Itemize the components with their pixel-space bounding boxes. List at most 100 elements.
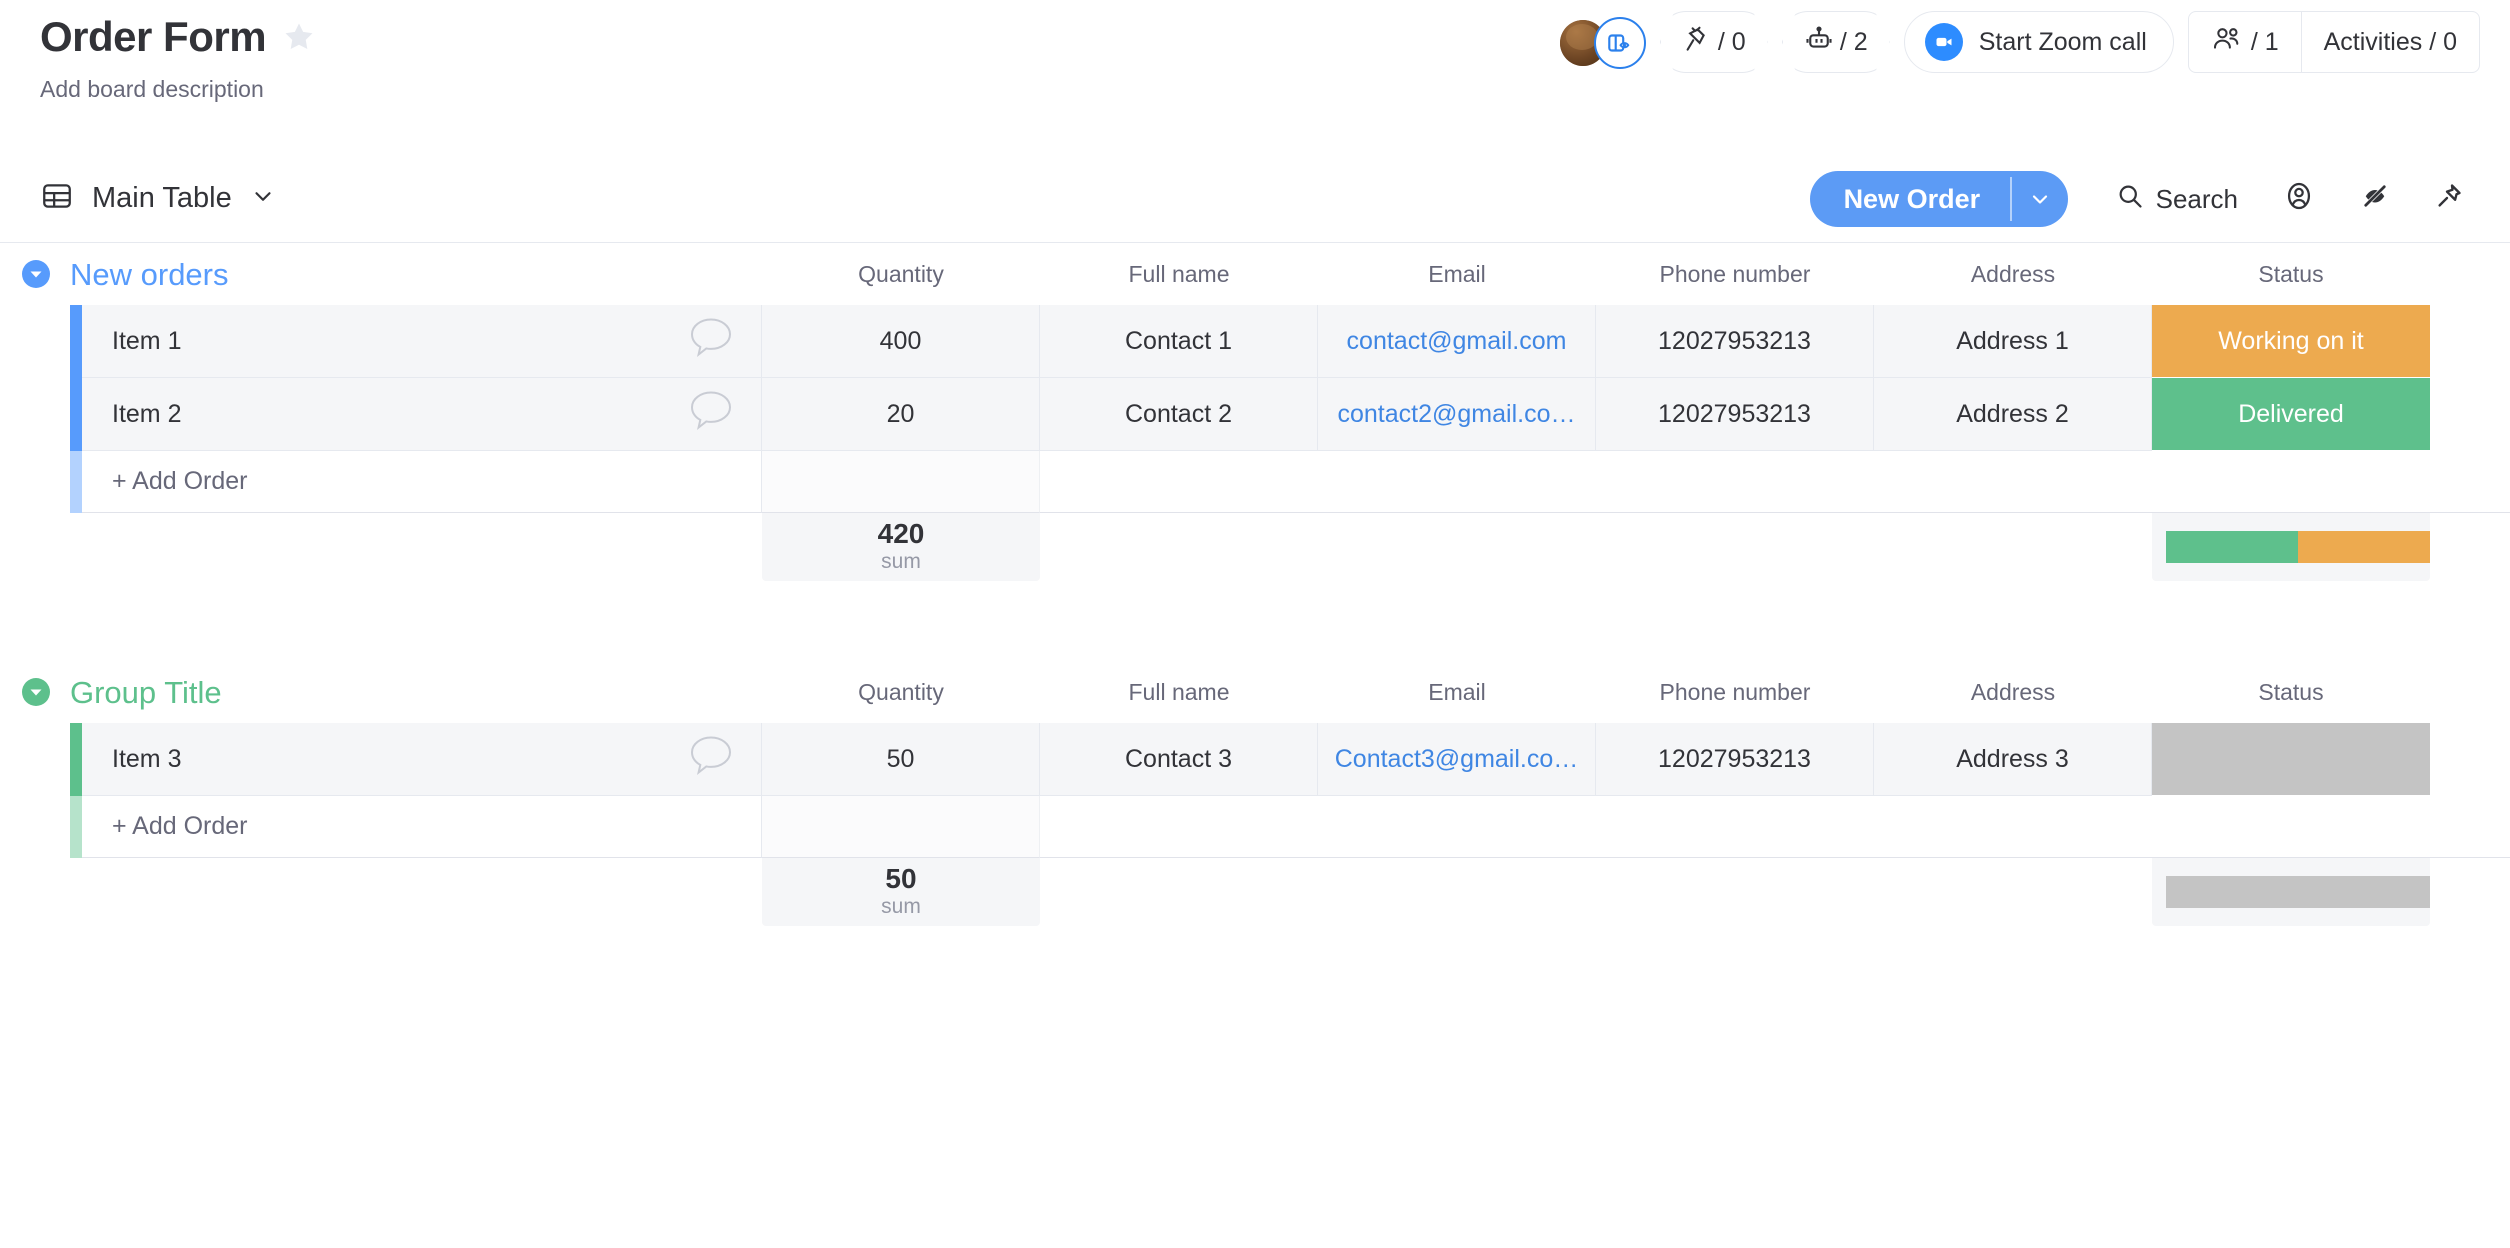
status-summary-cell[interactable] (2152, 858, 2430, 926)
add-order-row[interactable]: + Add Order (0, 451, 2510, 513)
start-zoom-call-button[interactable]: Start Zoom call (1903, 11, 2174, 73)
activities-label: Activities / 0 (2323, 27, 2457, 56)
cell-status[interactable]: Working on it (2152, 305, 2430, 378)
invite-activities-group: / 1 Activities / 0 (2187, 11, 2480, 73)
table-row[interactable]: Item 1 400 Contact 1 contact@gmail.com 12027… (0, 305, 2510, 378)
status-segment (2298, 531, 2430, 563)
item-name-label: Item 1 (112, 326, 182, 355)
cell-full-name[interactable]: Contact 3 (1040, 723, 1318, 796)
group-summary-row: 420 sum (0, 513, 2510, 581)
person-filter-icon (2282, 179, 2316, 220)
status-segment (2166, 876, 2430, 908)
chevron-down-circle-icon[interactable] (22, 678, 50, 706)
table-view-icon (40, 179, 74, 218)
cell-item-name[interactable]: Item 1 (82, 305, 762, 378)
group-summary-row: 50 sum (0, 858, 2510, 926)
status-summary-cell[interactable] (2152, 513, 2430, 581)
quantity-sum-cell[interactable]: 50 sum (762, 858, 1040, 926)
group-title[interactable]: Group Title (70, 677, 222, 708)
item-name-label: Item 3 (112, 744, 182, 773)
board-group: New orders Quantity Full name Email Phone nu… (0, 243, 2510, 581)
quantity-sum-value: 420 (877, 517, 925, 549)
board-owner-avatar-group (1559, 17, 1646, 69)
cell-address[interactable]: Address 3 (1874, 723, 2152, 796)
cell-status[interactable]: Delivered (2152, 378, 2430, 451)
table-row[interactable]: Item 3 50 Contact 3 Contact3@gmail.co… 12027… (0, 723, 2510, 796)
quantity-sum-label: sum (881, 550, 921, 574)
header-actions: / 0 / 2 Start Zoom call / 1 Activities /… (1559, 0, 2480, 84)
view-name-label: Main Table (92, 182, 232, 214)
row-group-color-bar (70, 305, 82, 378)
status-distribution-bar (2166, 531, 2430, 563)
robot-automation-icon (1804, 24, 1834, 61)
cell-item-name[interactable]: Item 3 (82, 723, 762, 796)
comment-bubble-icon[interactable] (687, 734, 735, 785)
cell-email[interactable]: contact2@gmail.co… (1318, 378, 1596, 451)
board-body: New orders Quantity Full name Email Phone nu… (0, 243, 2510, 926)
hide-columns-button[interactable] (2338, 155, 2412, 243)
cell-item-name[interactable]: Item 2 (82, 378, 762, 451)
cell-phone-number[interactable]: 12027953213 (1596, 305, 1874, 378)
cell-full-name[interactable]: Contact 2 (1040, 378, 1318, 451)
zoom-video-icon (1924, 23, 1963, 61)
cell-email[interactable]: contact@gmail.com (1318, 305, 1596, 378)
email-link[interactable]: contact2@gmail.co… (1338, 400, 1576, 429)
board-view-eye-icon[interactable] (1593, 17, 1646, 69)
board-group: Group Title Quantity Full name Email Phone n… (0, 661, 2510, 926)
integrations-button[interactable]: / 0 (1659, 11, 1768, 73)
cell-email[interactable]: Contact3@gmail.co… (1318, 723, 1596, 796)
group-title[interactable]: New orders (70, 259, 229, 290)
star-icon[interactable] (282, 20, 316, 54)
cell-quantity[interactable]: 400 (762, 305, 1040, 378)
cell-address[interactable]: Address 2 (1874, 378, 2152, 451)
add-order-label[interactable]: + Add Order (82, 796, 762, 858)
automations-button[interactable]: / 2 (1781, 11, 1890, 73)
new-order-label: New Order (1843, 183, 1981, 214)
cell-quantity[interactable]: 20 (762, 378, 1040, 451)
cell-full-name[interactable]: Contact 1 (1040, 305, 1318, 378)
email-link[interactable]: contact@gmail.com (1347, 327, 1567, 356)
new-order-button[interactable]: New Order (1809, 171, 2068, 227)
new-order-dropdown-arrow[interactable] (2012, 171, 2068, 227)
cell-phone-number[interactable]: 12027953213 (1596, 723, 1874, 796)
start-zoom-call-label: Start Zoom call (1978, 27, 2147, 56)
invite-members-button[interactable]: / 1 (2189, 12, 2301, 72)
tab-main-table[interactable]: Main Table (40, 179, 276, 218)
chevron-down-icon[interactable] (250, 183, 276, 214)
people-icon (2211, 25, 2243, 60)
group-header: Group Title (0, 661, 2510, 723)
chevron-down-circle-icon[interactable] (22, 260, 50, 288)
status-segment (2166, 531, 2298, 563)
search-label: Search (2155, 183, 2238, 214)
pin-button[interactable] (2412, 155, 2486, 243)
automations-count: / 2 (1839, 27, 1868, 56)
row-group-color-bar (70, 723, 82, 796)
email-link[interactable]: Contact3@gmail.co… (1335, 745, 1579, 774)
quantity-sum-value: 50 (885, 862, 917, 894)
row-group-color-bar (70, 378, 82, 451)
cell-status[interactable] (2152, 723, 2430, 796)
add-order-label[interactable]: + Add Order (82, 451, 762, 513)
quantity-sum-cell[interactable]: 420 sum (762, 513, 1040, 581)
person-filter-button[interactable] (2260, 155, 2338, 243)
board-toolbar: Main Table New Order Search (0, 155, 2510, 243)
toolbar-actions: New Order Search (1809, 155, 2486, 243)
table-row[interactable]: Item 2 20 Contact 2 contact2@gmail.co… 12027… (0, 378, 2510, 451)
cell-address[interactable]: Address 1 (1874, 305, 2152, 378)
comment-bubble-icon[interactable] (687, 316, 735, 367)
page-title: Order Form (40, 13, 267, 60)
add-order-row[interactable]: + Add Order (0, 796, 2510, 858)
search-icon (2116, 182, 2144, 217)
integrations-count: / 0 (1717, 27, 1746, 56)
comment-bubble-icon[interactable] (687, 389, 735, 440)
invite-count: / 1 (2250, 27, 2279, 56)
item-name-label: Item 2 (112, 399, 182, 428)
plug-integration-icon (1682, 24, 1712, 61)
cell-phone-number[interactable]: 12027953213 (1596, 378, 1874, 451)
add-row-color-bar (70, 796, 82, 858)
group-spacer (0, 581, 2510, 661)
activities-button[interactable]: Activities / 0 (2300, 12, 2479, 72)
search-button[interactable]: Search (2094, 155, 2260, 243)
eye-hidden-icon (2360, 181, 2390, 218)
cell-quantity[interactable]: 50 (762, 723, 1040, 796)
